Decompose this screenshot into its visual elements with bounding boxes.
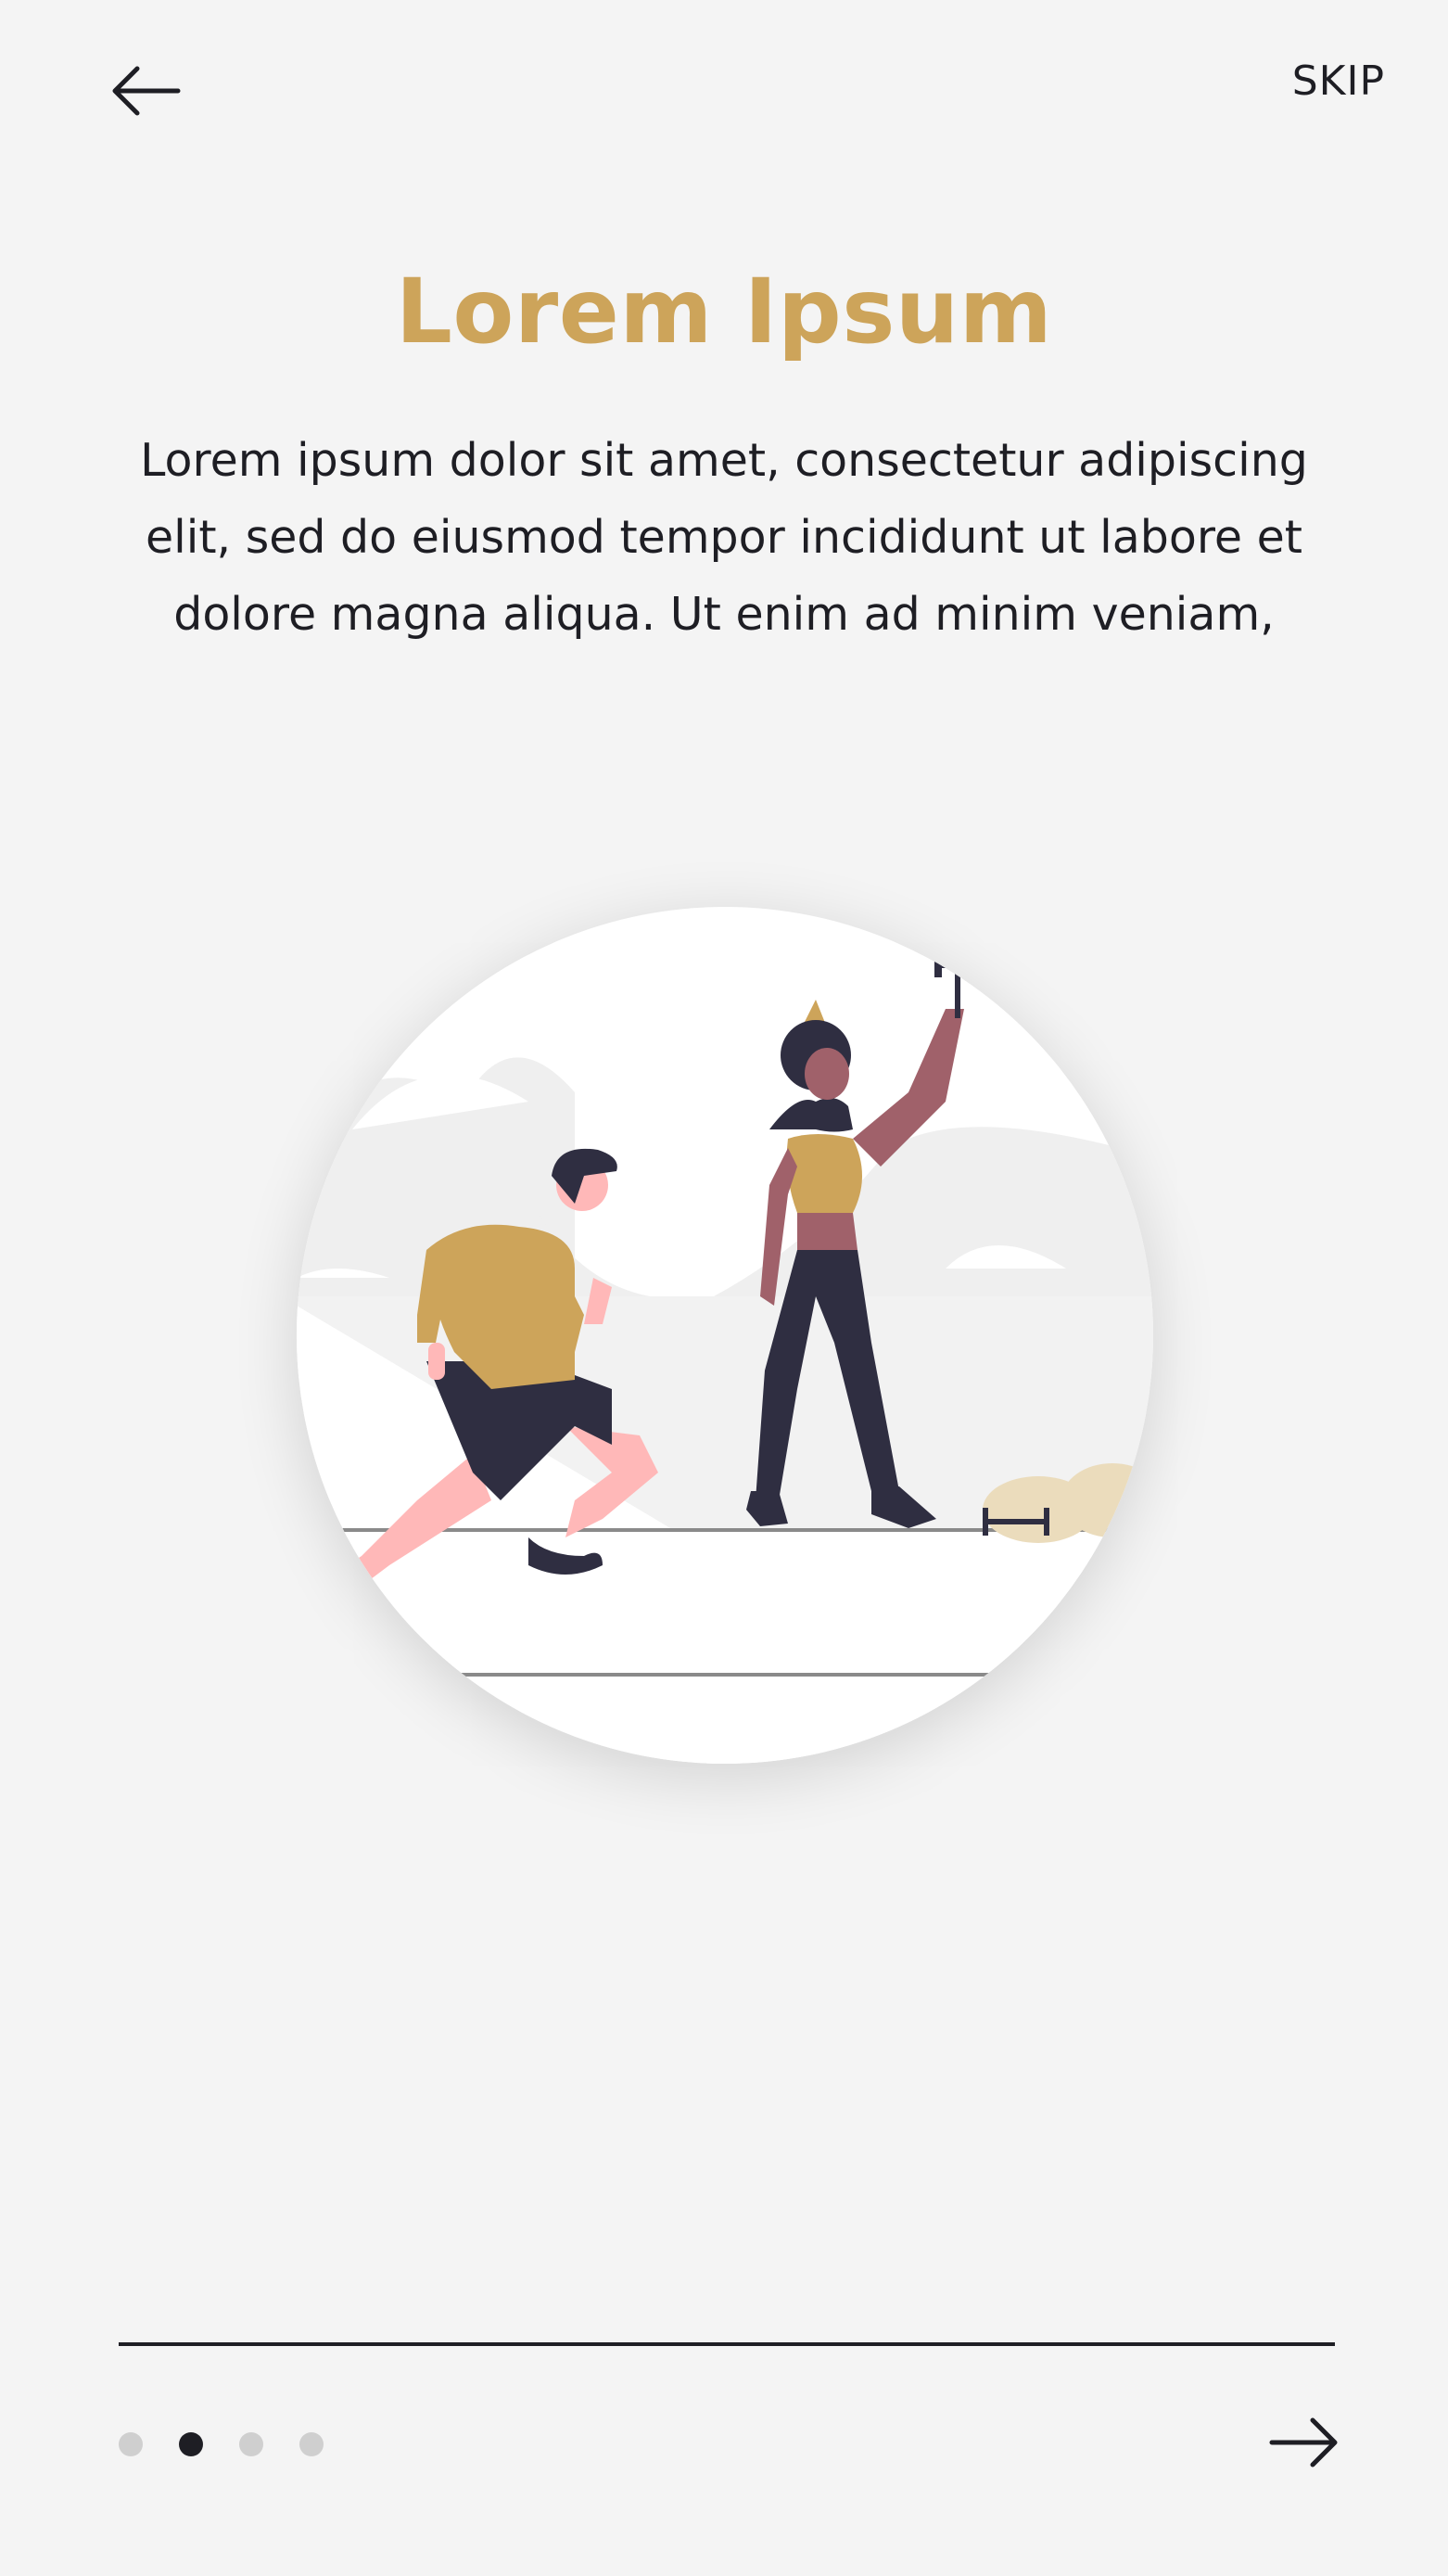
page-dot-active[interactable] xyxy=(179,2432,203,2456)
page-dot[interactable] xyxy=(119,2432,143,2456)
footer-divider xyxy=(119,2342,1335,2346)
page-dot[interactable] xyxy=(299,2432,324,2456)
next-button[interactable] xyxy=(1266,2411,1340,2478)
back-button[interactable] xyxy=(109,59,187,126)
arrow-left-icon xyxy=(109,65,182,121)
page-dot[interactable] xyxy=(239,2432,263,2456)
page-description: Lorem ipsum dolor sit amet, consectetur … xyxy=(140,434,1308,641)
arrow-right-icon xyxy=(1268,2417,1340,2472)
skip-button[interactable]: SKIP xyxy=(1292,57,1385,105)
page-title: Lorem Ipsum xyxy=(395,260,1053,363)
page-indicator xyxy=(119,2431,324,2457)
fitness-illustration xyxy=(297,907,1153,1764)
